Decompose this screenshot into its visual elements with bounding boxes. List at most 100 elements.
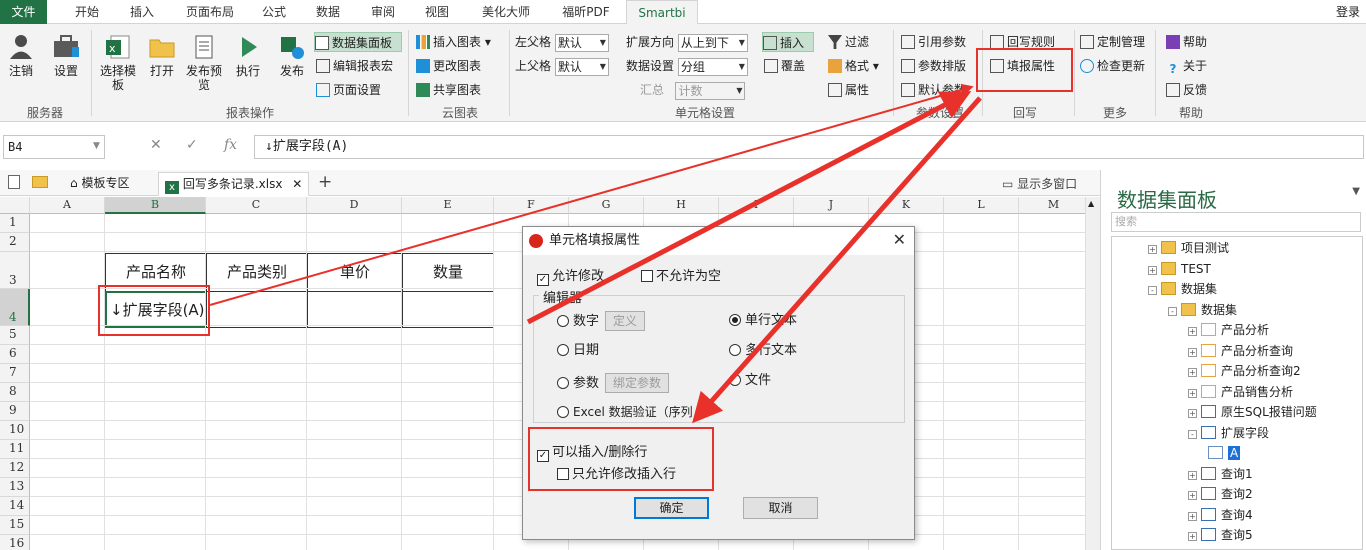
tree-folder[interactable]: + 项目测试 <box>1148 238 1229 258</box>
add-tab-icon[interactable]: + <box>318 172 332 192</box>
confirm-icon[interactable]: ✓ <box>186 137 198 153</box>
tab-smartbi[interactable]: Smartbi <box>626 0 698 25</box>
row-header-1[interactable]: 1 <box>0 214 30 233</box>
logout-button[interactable]: 注销 <box>4 32 38 78</box>
close-icon[interactable]: ✕ <box>292 177 302 191</box>
expand-icon[interactable]: + <box>1188 491 1197 500</box>
page-setup-button[interactable]: 页面设置 <box>316 80 381 100</box>
left-parent-select[interactable]: 默认 ▼ <box>554 33 609 52</box>
expand-icon[interactable]: + <box>1148 265 1157 275</box>
tree-item[interactable]: + 原生SQL报错问题 <box>1188 402 1317 422</box>
tree-item[interactable]: + 产品分析 <box>1188 320 1269 340</box>
overwrite-mode-button[interactable]: 覆盖 <box>764 56 805 76</box>
publish-button[interactable]: 发布 <box>272 32 312 78</box>
data-cell-c4[interactable] <box>206 291 308 328</box>
check-update-button[interactable]: 检查更新 <box>1080 56 1145 76</box>
column-header-h[interactable]: H <box>644 197 719 214</box>
tree-folder[interactable]: - 数据集 <box>1168 300 1237 320</box>
row-header-16[interactable]: 16 <box>0 535 30 550</box>
property-button[interactable]: 属性 <box>828 80 869 100</box>
expand-icon[interactable]: + <box>1188 409 1197 418</box>
tree-item[interactable]: + 查询5 <box>1188 525 1253 545</box>
tab-current-file[interactable]: x 回写多条记录.xlsx ✕ <box>158 172 310 196</box>
share-chart-button[interactable]: 共享图表 <box>416 80 481 100</box>
data-setting-select[interactable]: 分组 ▼ <box>677 57 748 76</box>
column-header-c[interactable]: C <box>206 197 307 214</box>
tab-insert[interactable]: 插入 <box>120 0 164 24</box>
default-param-button[interactable]: 默认参数 <box>901 80 966 100</box>
tree-item[interactable]: + 查询1 <box>1188 464 1253 484</box>
dataset-panel-button[interactable]: 数据集面板 <box>314 32 402 52</box>
row-header-5[interactable]: 5 <box>0 326 30 345</box>
tab-data[interactable]: 数据 <box>306 0 350 24</box>
row-header-8[interactable]: 8 <box>0 383 30 402</box>
column-header-i[interactable]: I <box>719 197 794 214</box>
about-button[interactable]: ? 关于 <box>1166 56 1208 76</box>
collapse-icon[interactable]: - <box>1148 286 1157 295</box>
tree-item[interactable]: - 扩展字段 <box>1188 423 1269 443</box>
column-header-d[interactable]: D <box>307 197 402 214</box>
expand-icon[interactable]: + <box>1148 245 1157 254</box>
chevron-down-icon[interactable]: ▼ <box>1352 186 1360 197</box>
tree-item[interactable]: + 产品分析查询 <box>1188 341 1293 361</box>
top-parent-select[interactable]: 默认 ▼ <box>554 57 609 76</box>
date-radio[interactable]: 日期 <box>557 343 599 359</box>
file-radio[interactable]: 文件 <box>729 373 771 389</box>
excel-validation-radio[interactable]: Excel 数据验证（序列 <box>557 404 693 420</box>
tree-folder[interactable]: - 数据集 <box>1148 279 1217 299</box>
summary-select[interactable]: 计数 ▼ <box>675 81 746 100</box>
chevron-up-icon[interactable]: ▲ <box>1088 199 1094 208</box>
single-text-radio[interactable]: 单行文本 <box>729 313 797 329</box>
column-header-m[interactable]: M <box>1019 197 1085 214</box>
column-header-f[interactable]: F <box>494 197 569 214</box>
expand-icon[interactable]: + <box>1188 470 1197 480</box>
bind-param-button[interactable]: 绑定参数 <box>605 373 670 393</box>
chevron-down-icon[interactable]: ▼ <box>93 141 100 151</box>
data-cell-d4[interactable] <box>307 291 403 328</box>
tab-beautify[interactable]: 美化大师 <box>471 0 541 24</box>
tab-template-area[interactable]: ⌂ 模板专区 <box>64 172 135 196</box>
vertical-scrollbar[interactable]: ▲ <box>1085 197 1100 550</box>
expand-icon[interactable]: + <box>1188 388 1197 398</box>
header-cell-quantity[interactable]: 数量 <box>402 253 494 292</box>
not-null-checkbox[interactable]: 不允许为空 <box>641 269 721 285</box>
execute-button[interactable]: 执行 <box>228 32 268 78</box>
row-header-6[interactable]: 6 <box>0 345 30 364</box>
expand-direction-select[interactable]: 从上到下 ▼ <box>677 33 748 52</box>
insert-chart-button[interactable]: 插入图表 ▾ <box>416 32 491 52</box>
panel-search-input[interactable]: 搜索 <box>1111 212 1361 232</box>
tree-item[interactable]: + 查询2 <box>1188 484 1253 504</box>
row-header-9[interactable]: 9 <box>0 402 30 421</box>
expand-icon[interactable]: + <box>1188 327 1197 336</box>
define-button[interactable]: 定义 <box>605 311 646 331</box>
select-all-corner[interactable] <box>0 197 30 214</box>
expand-icon[interactable]: + <box>1188 368 1197 377</box>
tab-review[interactable]: 审阅 <box>361 0 405 24</box>
tree-item[interactable]: + 产品分析查询2 <box>1188 361 1301 381</box>
ref-param-button[interactable]: 引用参数 <box>901 32 966 52</box>
formula-input[interactable]: ↓扩展字段(A) <box>254 135 1364 159</box>
tab-view[interactable]: 视图 <box>415 0 459 24</box>
tree-folder[interactable]: + TEST <box>1148 259 1211 279</box>
filter-button[interactable]: 过滤 <box>828 32 869 52</box>
column-header-a[interactable]: A <box>30 197 105 214</box>
custom-manage-button[interactable]: 定制管理 <box>1080 32 1145 52</box>
folder-icon[interactable] <box>32 176 48 188</box>
column-header-b[interactable]: B <box>105 197 206 214</box>
expand-icon[interactable]: + <box>1188 532 1197 541</box>
row-header-15[interactable]: 15 <box>0 516 30 535</box>
row-header-12[interactable]: 12 <box>0 459 30 478</box>
header-cell-product-category[interactable]: 产品类别 <box>206 253 308 292</box>
collapse-icon[interactable]: - <box>1168 306 1177 316</box>
column-header-g[interactable]: G <box>569 197 644 214</box>
row-header-7[interactable]: 7 <box>0 364 30 383</box>
tree-item[interactable]: A <box>1208 443 1241 463</box>
row-header-14[interactable]: 14 <box>0 497 30 516</box>
cancel-button[interactable]: 取消 <box>743 497 818 519</box>
open-button[interactable]: 打开 <box>144 32 180 78</box>
edit-macro-button[interactable]: 编辑报表宏 <box>316 56 393 76</box>
multi-text-radio[interactable]: 多行文本 <box>729 343 797 359</box>
login-link[interactable]: 登录 <box>1336 0 1360 24</box>
name-box[interactable]: B4 <box>3 135 105 159</box>
column-header-j[interactable]: J <box>794 197 869 214</box>
